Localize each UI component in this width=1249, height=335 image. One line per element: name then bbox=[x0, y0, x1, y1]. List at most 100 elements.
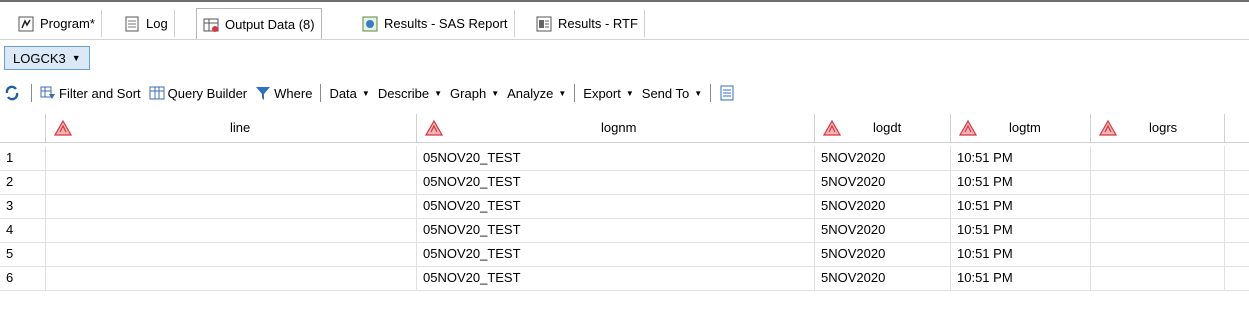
line-cell[interactable] bbox=[46, 242, 417, 266]
logrs-cell[interactable] bbox=[1091, 218, 1225, 242]
chevron-down-icon: ▼ bbox=[71, 53, 81, 63]
chevron-down-icon: ▼ bbox=[625, 88, 634, 98]
column-header-label: logdt bbox=[873, 120, 902, 135]
properties-icon bbox=[720, 85, 734, 101]
table-row[interactable]: 2 05NOV20_TEST 5NOV2020 10:51 PM bbox=[0, 170, 1249, 195]
refresh-button[interactable] bbox=[0, 85, 27, 101]
lognm-cell[interactable]: 05NOV20_TEST bbox=[417, 170, 815, 194]
table-row[interactable]: 3 05NOV20_TEST 5NOV2020 10:51 PM bbox=[0, 194, 1249, 219]
row-number-cell: 3 bbox=[0, 194, 46, 218]
line-cell[interactable] bbox=[46, 266, 417, 290]
filter-and-sort-label: Filter and Sort bbox=[59, 85, 141, 101]
column-header-line[interactable]: line bbox=[46, 114, 417, 142]
tab-label: Log bbox=[146, 16, 168, 31]
row-number-cell: 5 bbox=[0, 242, 46, 266]
logrs-cell[interactable] bbox=[1091, 170, 1225, 194]
properties-button[interactable] bbox=[715, 85, 742, 101]
logtm-cell[interactable]: 10:51 PM bbox=[951, 146, 1091, 170]
table-row[interactable]: 5 05NOV20_TEST 5NOV2020 10:51 PM bbox=[0, 242, 1249, 267]
send-to-menu-button[interactable]: Send To ▼ bbox=[638, 86, 706, 101]
logtm-cell[interactable]: 10:51 PM bbox=[951, 194, 1091, 218]
line-cell[interactable] bbox=[46, 170, 417, 194]
line-cell[interactable] bbox=[46, 194, 417, 218]
tab-strip: Program* Log Output Data (8) Results - S… bbox=[0, 0, 1249, 40]
lognm-cell[interactable]: 05NOV20_TEST bbox=[417, 194, 815, 218]
row-number-cell: 1 bbox=[0, 146, 46, 170]
table-row[interactable]: 4 05NOV20_TEST 5NOV2020 10:51 PM bbox=[0, 218, 1249, 243]
output-data-icon bbox=[203, 18, 219, 32]
chevron-down-icon: ▼ bbox=[491, 88, 500, 98]
logrs-cell[interactable] bbox=[1091, 266, 1225, 290]
chevron-down-icon: ▼ bbox=[434, 88, 443, 98]
tab-log[interactable]: Log bbox=[118, 10, 175, 37]
tab-results-sas-report[interactable]: Results - SAS Report bbox=[356, 10, 515, 37]
rtf-icon bbox=[536, 16, 552, 31]
lognm-cell[interactable]: 05NOV20_TEST bbox=[417, 218, 815, 242]
toolbar-separator bbox=[31, 84, 32, 102]
chevron-down-icon: ▼ bbox=[361, 88, 370, 98]
column-header-label: logtm bbox=[1009, 120, 1041, 135]
table-row[interactable]: 1 05NOV20_TEST 5NOV2020 10:51 PM bbox=[0, 146, 1249, 171]
toolbar-separator bbox=[710, 84, 712, 102]
grid-header: line lognm logdt logtm logrs bbox=[0, 114, 1249, 143]
character-column-icon bbox=[425, 120, 443, 136]
chevron-down-icon: ▼ bbox=[694, 88, 703, 98]
log-icon bbox=[125, 16, 139, 31]
dataset-selector-label: LOGCK3 bbox=[13, 50, 66, 66]
table-row[interactable]: 6 05NOV20_TEST 5NOV2020 10:51 PM bbox=[0, 266, 1249, 291]
tab-output-data[interactable]: Output Data (8) bbox=[196, 8, 322, 40]
tab-results-rtf[interactable]: Results - RTF bbox=[530, 10, 645, 37]
lognm-cell[interactable]: 05NOV20_TEST bbox=[417, 242, 815, 266]
row-number-header bbox=[0, 114, 46, 142]
column-header-logrs[interactable]: logrs bbox=[1091, 114, 1225, 142]
logdt-cell[interactable]: 5NOV2020 bbox=[815, 146, 951, 170]
line-cell[interactable] bbox=[46, 218, 417, 242]
export-menu-button[interactable]: Export ▼ bbox=[579, 86, 638, 101]
tab-label: Output Data (8) bbox=[225, 17, 315, 32]
analyze-menu-button[interactable]: Analyze ▼ bbox=[503, 86, 570, 101]
logdt-cell[interactable]: 5NOV2020 bbox=[815, 266, 951, 290]
dataset-selector[interactable]: LOGCK3 ▼ bbox=[4, 46, 90, 70]
logrs-cell[interactable] bbox=[1091, 146, 1225, 170]
lognm-cell[interactable]: 05NOV20_TEST bbox=[417, 266, 815, 290]
filter-and-sort-button[interactable]: Filter and Sort bbox=[36, 85, 145, 101]
logdt-cell[interactable]: 5NOV2020 bbox=[815, 218, 951, 242]
program-icon bbox=[18, 16, 34, 31]
graph-menu-button[interactable]: Graph ▼ bbox=[446, 86, 503, 101]
toolbar-separator bbox=[574, 84, 576, 102]
logtm-cell[interactable]: 10:51 PM bbox=[951, 266, 1091, 290]
row-number-cell: 2 bbox=[0, 170, 46, 194]
tab-strip-divider bbox=[0, 39, 1249, 40]
logrs-cell[interactable] bbox=[1091, 194, 1225, 218]
query-builder-label: Query Builder bbox=[167, 85, 248, 101]
logtm-cell[interactable]: 10:51 PM bbox=[951, 170, 1091, 194]
refresh-icon bbox=[5, 85, 19, 101]
logtm-cell[interactable]: 10:51 PM bbox=[951, 218, 1091, 242]
data-menu-button[interactable]: Data ▼ bbox=[325, 86, 373, 101]
tab-program[interactable]: Program* bbox=[12, 10, 102, 37]
column-header-logtm[interactable]: logtm bbox=[951, 114, 1091, 142]
describe-menu-button[interactable]: Describe ▼ bbox=[374, 86, 446, 101]
sas-report-icon bbox=[362, 16, 378, 31]
logdt-cell[interactable]: 5NOV2020 bbox=[815, 170, 951, 194]
lognm-cell[interactable]: 05NOV20_TEST bbox=[417, 146, 815, 170]
toolbar: Filter and Sort Query Builder Where Data… bbox=[0, 80, 1249, 106]
character-column-icon bbox=[823, 120, 841, 136]
query-builder-button[interactable]: Query Builder bbox=[145, 85, 251, 101]
line-cell[interactable] bbox=[46, 146, 417, 170]
logdt-cell[interactable]: 5NOV2020 bbox=[815, 242, 951, 266]
tab-label: Program* bbox=[40, 16, 95, 31]
where-button[interactable]: Where bbox=[251, 85, 316, 101]
column-header-logdt[interactable]: logdt bbox=[815, 114, 951, 142]
logrs-cell[interactable] bbox=[1091, 242, 1225, 266]
send-to-menu-label: Send To bbox=[641, 85, 690, 101]
character-column-icon bbox=[54, 120, 72, 136]
describe-menu-label: Describe bbox=[377, 85, 430, 101]
data-menu-label: Data bbox=[329, 85, 357, 101]
logdt-cell[interactable]: 5NOV2020 bbox=[815, 194, 951, 218]
column-header-lognm[interactable]: lognm bbox=[417, 114, 815, 142]
logtm-cell[interactable]: 10:51 PM bbox=[951, 242, 1091, 266]
where-label: Where bbox=[274, 85, 313, 101]
column-header-label: lognm bbox=[601, 120, 637, 135]
row-number-cell: 4 bbox=[0, 218, 46, 242]
